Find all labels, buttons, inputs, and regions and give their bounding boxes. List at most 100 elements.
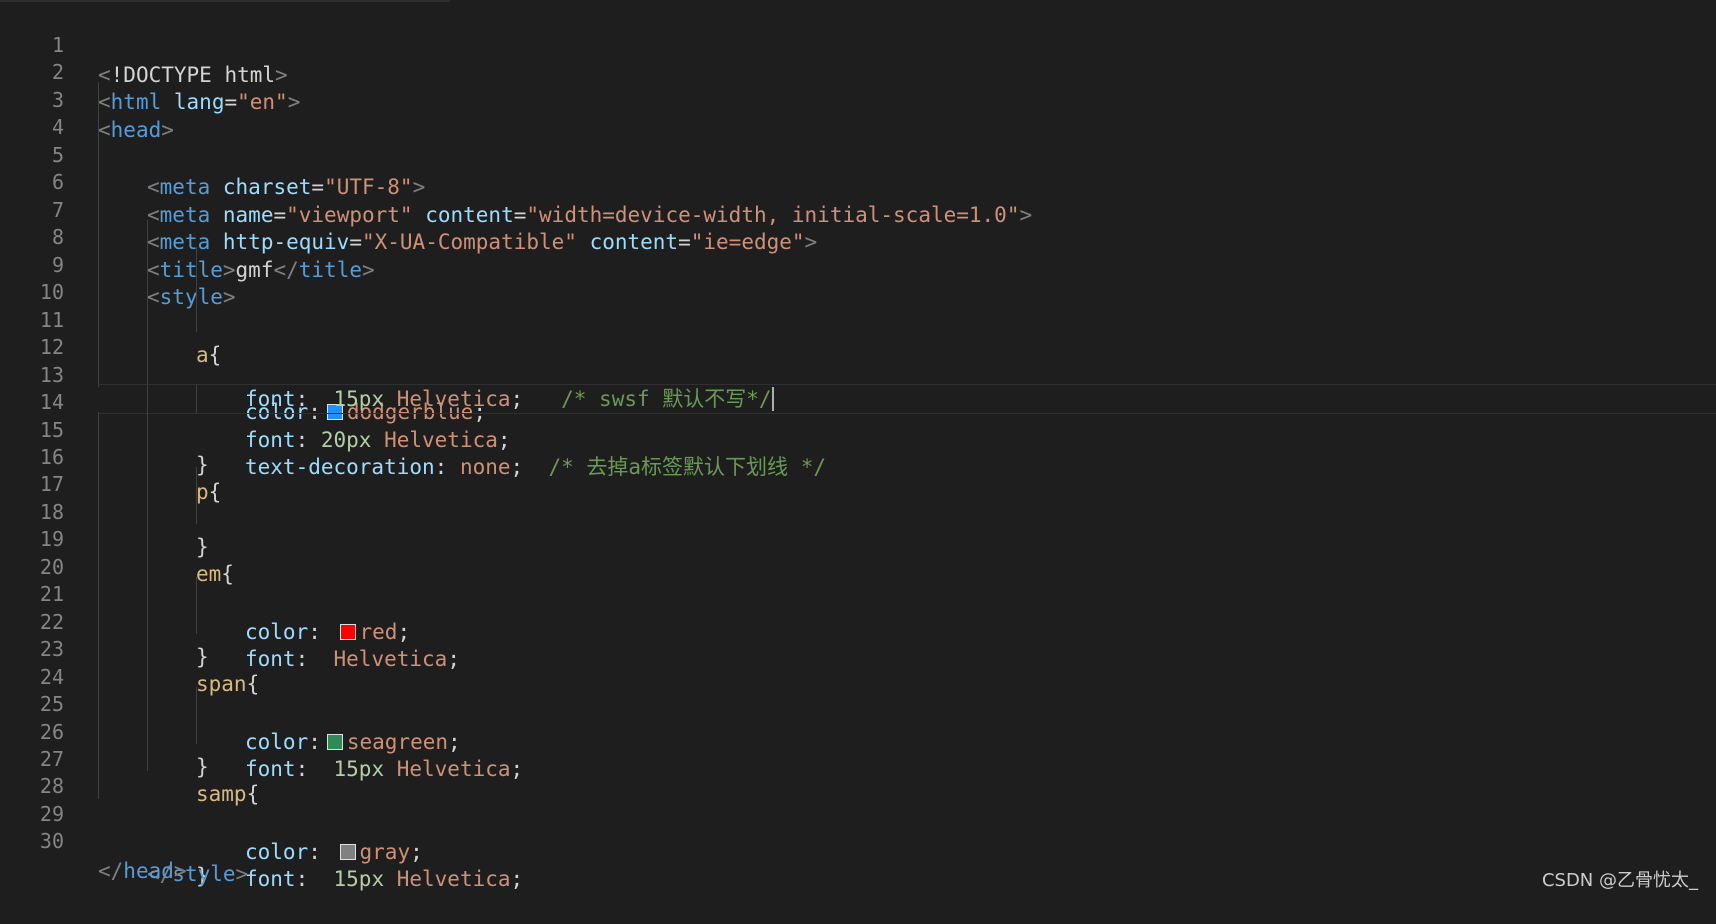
indent-guide — [147, 659, 148, 689]
indent-guide — [98, 275, 99, 305]
code-line[interactable]: 20 } — [0, 522, 1716, 669]
indent-guide — [147, 302, 148, 332]
watermark: CSDN @乙骨忧太_ — [1541, 870, 1698, 891]
indent-guide — [196, 687, 197, 717]
code-line[interactable]: 2 <html lang="en"> — [0, 27, 1716, 114]
code-line[interactable]: 26 color: gray; — [0, 687, 1716, 864]
code-line[interactable]: 30 </head> — [0, 796, 1716, 883]
code-line[interactable]: 27 font: 15px Helvetica; — [0, 714, 1716, 891]
css-value: Helvetica — [384, 867, 511, 891]
indent-guide — [147, 247, 148, 277]
code-line[interactable]: 18 color: red; — [0, 467, 1716, 644]
indent-guide — [98, 632, 99, 662]
indent-guide — [147, 494, 148, 524]
punctuation: > — [235, 862, 249, 886]
punctuation: : — [308, 840, 334, 864]
indent-guide — [147, 549, 148, 579]
indent-guide — [98, 577, 99, 607]
text-cursor — [771, 387, 774, 411]
indent-guide — [98, 522, 99, 552]
code-line[interactable]: 21 span{ — [0, 549, 1716, 696]
code-line[interactable]: 17 em{ — [0, 439, 1716, 586]
indent-guide — [98, 165, 99, 195]
code-line[interactable]: 22 color: seagreen; — [0, 577, 1716, 754]
code-line[interactable]: 14 p{ — [0, 357, 1716, 504]
indent-guide — [147, 467, 148, 497]
code-line[interactable]: 10 color: dodgerblue; — [0, 247, 1716, 424]
indent-guide — [98, 714, 99, 744]
code-line[interactable]: 29 </style> — [0, 769, 1716, 886]
code-line[interactable]: 16 } — [0, 412, 1716, 559]
indent-guide — [147, 275, 148, 305]
indent-guide — [98, 467, 99, 497]
indent-guide — [147, 522, 148, 552]
indent-guide — [98, 137, 99, 167]
code-editor[interactable]: 1 <!DOCTYPE html> 2 <html lang="en"> 3 <… — [0, 0, 1716, 898]
css-number: 15px — [333, 387, 385, 411]
indent-guide — [147, 741, 148, 771]
css-number: 15px — [333, 867, 385, 891]
code-line[interactable]: 8 <style> — [0, 192, 1716, 309]
line-number: 30 — [39, 829, 64, 853]
punctuation: ; — [510, 867, 524, 891]
indent-guide — [147, 632, 148, 662]
code-line[interactable]: 28 } — [0, 741, 1716, 888]
indent-guide — [98, 741, 99, 771]
code-line[interactable]: 24 } — [0, 632, 1716, 779]
code-line[interactable]: 6 <meta http-equiv="X-UA-Compatible" con… — [0, 137, 1716, 254]
indent-guide — [98, 110, 99, 140]
code-line[interactable]: 19 font: Helvetica; — [0, 494, 1716, 671]
code-line[interactable]: 9 a{ — [0, 220, 1716, 367]
indent-guide — [147, 412, 148, 442]
indent-guide — [98, 220, 99, 250]
indent-guide — [196, 247, 197, 277]
code-line[interactable]: 5 <meta name="viewport" content="width=d… — [0, 110, 1716, 227]
indent-guide — [147, 687, 148, 717]
indent-guide — [196, 467, 197, 497]
css-value: Helvetica — [384, 387, 511, 411]
indent-guide — [98, 302, 99, 332]
code-line[interactable]: 12 text-decoration: none; /* 去掉a标签默认下划线 … — [0, 302, 1716, 479]
code-line[interactable]: 11 font: 20px Helvetica; — [0, 275, 1716, 452]
code-line[interactable]: 3 <head> — [0, 55, 1716, 142]
indent-guide — [98, 82, 99, 112]
indent-guide — [147, 220, 148, 250]
code-line[interactable]: 4 <meta charset="UTF-8"> — [0, 82, 1716, 199]
indent-guide — [147, 357, 148, 387]
code-line[interactable]: 1 <!DOCTYPE html> — [0, 0, 1716, 87]
indent-guide — [147, 604, 148, 634]
tag-name: head — [123, 859, 174, 883]
indent-guide — [196, 275, 197, 305]
indent-guide — [147, 577, 148, 607]
indent-guide — [147, 330, 148, 360]
current-code-line[interactable]: 15 font: 15px Helvetica; /* swsf 默认不写*/ — [40, 384, 1716, 442]
indent-guide — [196, 302, 197, 332]
color-swatch[interactable] — [339, 844, 356, 860]
indent-guide — [147, 385, 148, 413]
punctuation: > — [173, 859, 187, 883]
code-line[interactable]: 23 font: 15px Helvetica; — [0, 604, 1716, 781]
indent-guide — [196, 714, 197, 744]
punctuation: : — [295, 867, 334, 891]
indent-guide — [147, 714, 148, 744]
code-line[interactable]: 25 samp{ — [0, 659, 1716, 806]
punctuation: ; — [410, 840, 423, 864]
indent-guide — [98, 412, 99, 442]
css-property: font — [245, 387, 296, 411]
indent-guide — [196, 385, 197, 413]
code-line[interactable]: 13 } — [0, 330, 1716, 477]
indent-guide — [98, 247, 99, 277]
indent-guide — [196, 604, 197, 634]
punctuation: : — [295, 387, 334, 411]
indent-guide — [196, 494, 197, 524]
indent-guide — [98, 604, 99, 634]
indent-guide — [98, 330, 99, 360]
css-property: font — [245, 867, 296, 891]
indent-guide — [98, 549, 99, 579]
punctuation: ; — [510, 387, 524, 411]
css-value: gray — [359, 840, 411, 864]
indent-guide — [98, 357, 99, 387]
code-line[interactable]: 7 <title>gmf</title> — [0, 165, 1716, 282]
punctuation: </ — [98, 859, 124, 883]
indent-guide — [196, 577, 197, 607]
